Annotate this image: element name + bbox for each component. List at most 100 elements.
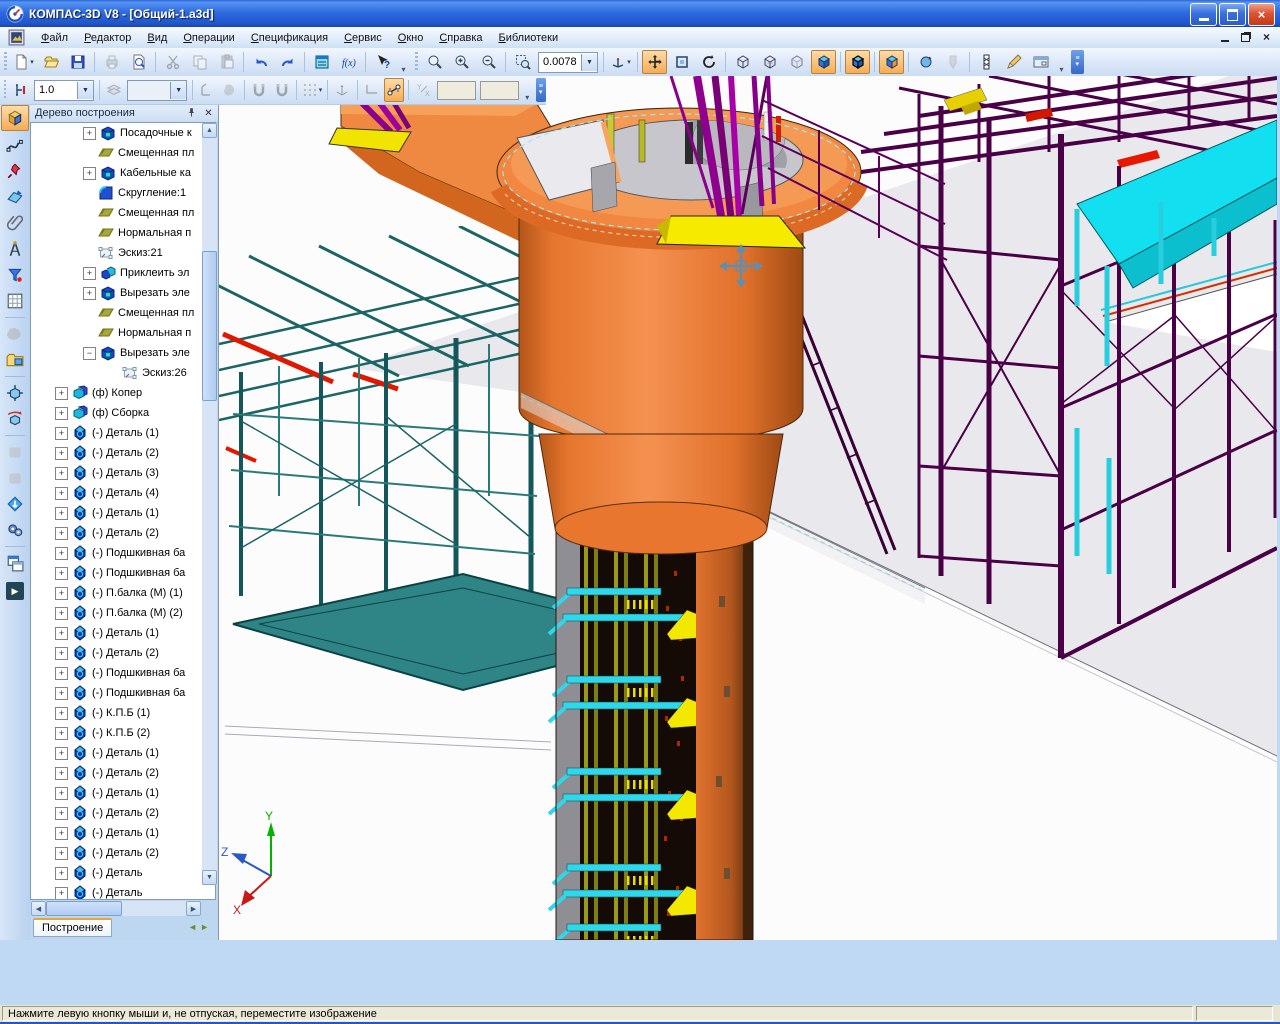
expand-icon[interactable]: + <box>55 587 68 600</box>
tree-item[interactable]: +(-) Подшкивная ба <box>31 683 215 703</box>
tree-item[interactable]: +(-) Деталь (1) <box>31 743 215 763</box>
expand-icon[interactable]: + <box>55 707 68 720</box>
wireframe-icon[interactable] <box>730 50 755 74</box>
expand-icon[interactable]: + <box>55 627 68 640</box>
fx-icon[interactable]: f(x) <box>336 50 361 74</box>
tree-item[interactable]: +(ф) Копер <box>31 383 215 403</box>
menu-7[interactable]: Окно <box>390 29 432 47</box>
tower-lattice-icon[interactable] <box>974 50 999 74</box>
model-viewport[interactable]: Y Z X <box>218 76 1276 940</box>
tree-item[interactable]: +(-) Деталь (1) <box>31 783 215 803</box>
menu-1[interactable]: Файл <box>33 29 76 47</box>
expand-icon[interactable]: + <box>55 607 68 620</box>
tree-item[interactable]: +Посадочные к <box>31 123 215 143</box>
expand-icon[interactable]: + <box>83 127 96 140</box>
tree-item[interactable]: +Кабельные ка <box>31 163 215 183</box>
chevron-down-icon[interactable]: ▼ <box>581 54 597 71</box>
expand-icon[interactable]: + <box>55 387 68 400</box>
toolbar-more-icon[interactable]: ≡▾ <box>1071 50 1084 74</box>
undo-icon[interactable] <box>248 50 273 74</box>
folder-part-icon[interactable] <box>2 348 28 372</box>
step-combo[interactable]: 1.0▼ <box>34 80 94 101</box>
toolbar-grip[interactable] <box>4 52 7 72</box>
scroll-right-icon[interactable]: ▶ <box>186 901 201 916</box>
zoom-scale-combo[interactable]: 0.0078▼ <box>538 52 598 73</box>
tree-item[interactable]: +(-) Деталь (1) <box>31 503 215 523</box>
tree-item[interactable]: +(-) Деталь (3) <box>31 463 215 483</box>
zoom-pointer-icon[interactable] <box>422 50 447 74</box>
menu-2[interactable]: Редактор <box>76 29 139 47</box>
tree-item[interactable]: +(-) Деталь (2) <box>31 803 215 823</box>
step-icon[interactable] <box>10 78 31 102</box>
tree-item[interactable]: +(-) Деталь (2) <box>31 763 215 783</box>
tree-item[interactable]: Смещенная пл <box>31 303 215 323</box>
collapse-panel-handle[interactable]: ▶ <box>6 582 24 600</box>
tree-item[interactable]: Смещенная пл <box>31 143 215 163</box>
tree-item[interactable]: +(-) Деталь (2) <box>31 443 215 463</box>
close-panel-icon[interactable]: ✕ <box>201 106 216 120</box>
expand-icon[interactable]: + <box>55 487 68 500</box>
layers-combo[interactable]: ▼ <box>127 80 187 101</box>
edit-part-icon[interactable] <box>1 105 29 131</box>
refresh-sphere-icon[interactable] <box>913 50 938 74</box>
minimize-button[interactable] <box>1190 3 1217 26</box>
pan-icon[interactable] <box>642 50 667 74</box>
sheet-grid-icon[interactable] <box>2 289 28 313</box>
collapse-icon[interactable]: − <box>83 347 96 360</box>
menu-9[interactable]: Библиотеки <box>491 29 567 47</box>
tree-item[interactable]: +(-) Деталь (1) <box>31 623 215 643</box>
vertical-scroll-thumb[interactable] <box>202 251 217 401</box>
expand-icon[interactable]: + <box>55 807 68 820</box>
scroll-down-icon[interactable]: ▼ <box>202 870 217 885</box>
spline-icon[interactable] <box>2 133 28 157</box>
shaded-edges-icon[interactable] <box>845 50 870 74</box>
wireframe-hidden-icon[interactable] <box>757 50 782 74</box>
tree-horizontal-scrollbar[interactable]: ◀ ▶ <box>31 901 201 916</box>
expand-icon[interactable]: + <box>55 567 68 580</box>
tree-item[interactable]: Эскиз:26 <box>31 363 215 383</box>
menu-3[interactable]: Вид <box>139 29 175 47</box>
tree-item[interactable]: +(-) Деталь <box>31 883 215 900</box>
toolbar-grip[interactable] <box>4 80 6 100</box>
tree-item[interactable]: +(-) К.П.Б (2) <box>31 723 215 743</box>
tree-item[interactable]: −Вырезать эле <box>31 343 215 363</box>
filter-icon[interactable] <box>2 263 28 287</box>
tree-item[interactable]: +(-) Деталь (4) <box>31 483 215 503</box>
tree-item[interactable]: +(ф) Сборка <box>31 403 215 423</box>
expand-icon[interactable]: + <box>55 507 68 520</box>
tab-nav-arrows[interactable]: ◄► <box>188 922 212 932</box>
scroll-left-icon[interactable]: ◀ <box>31 901 46 916</box>
tree-item[interactable]: Нормальная п <box>31 323 215 343</box>
tree-item[interactable]: +(-) Подшкивная ба <box>31 543 215 563</box>
measure-compass-icon[interactable] <box>2 237 28 261</box>
surface-arrow-icon[interactable] <box>2 185 28 209</box>
tree-item[interactable]: +(-) Деталь (1) <box>31 823 215 843</box>
print-preview-icon[interactable] <box>126 50 151 74</box>
expand-icon[interactable]: + <box>55 527 68 540</box>
pencil-icon[interactable] <box>1001 50 1026 74</box>
tree-item[interactable]: +(-) К.П.Б (1) <box>31 703 215 723</box>
tree-item[interactable]: +Вырезать эле <box>31 283 215 303</box>
chevron-down-icon[interactable]: ▼ <box>77 82 93 99</box>
expand-icon[interactable]: + <box>55 747 68 760</box>
tree-item[interactable]: +Приклеить эл <box>31 263 215 283</box>
toolbar-overflow-icon[interactable]: ▾ <box>1056 50 1067 75</box>
zoom-frame-icon[interactable] <box>510 50 535 74</box>
pin-icon[interactable] <box>184 106 199 120</box>
tree-item[interactable]: +(-) Деталь <box>31 863 215 883</box>
tree-item[interactable]: +(-) Деталь (2) <box>31 523 215 543</box>
expand-icon[interactable]: + <box>55 647 68 660</box>
cube-rotate-icon[interactable] <box>2 407 28 431</box>
scroll-up-icon[interactable]: ▲ <box>202 123 217 138</box>
properties-window-icon[interactable] <box>1028 50 1053 74</box>
tree-item[interactable]: Смещенная пл <box>31 203 215 223</box>
pin-icon[interactable] <box>2 159 28 183</box>
tree-item[interactable]: Скругление:1 <box>31 183 215 203</box>
wireframe-thin-icon[interactable] <box>784 50 809 74</box>
expand-icon[interactable]: + <box>55 867 68 880</box>
expand-icon[interactable]: + <box>55 787 68 800</box>
expand-icon[interactable]: + <box>55 687 68 700</box>
snap-points-icon[interactable] <box>384 78 405 102</box>
zoom-in-icon[interactable] <box>449 50 474 74</box>
mdi-minimize-icon[interactable] <box>1217 30 1232 44</box>
